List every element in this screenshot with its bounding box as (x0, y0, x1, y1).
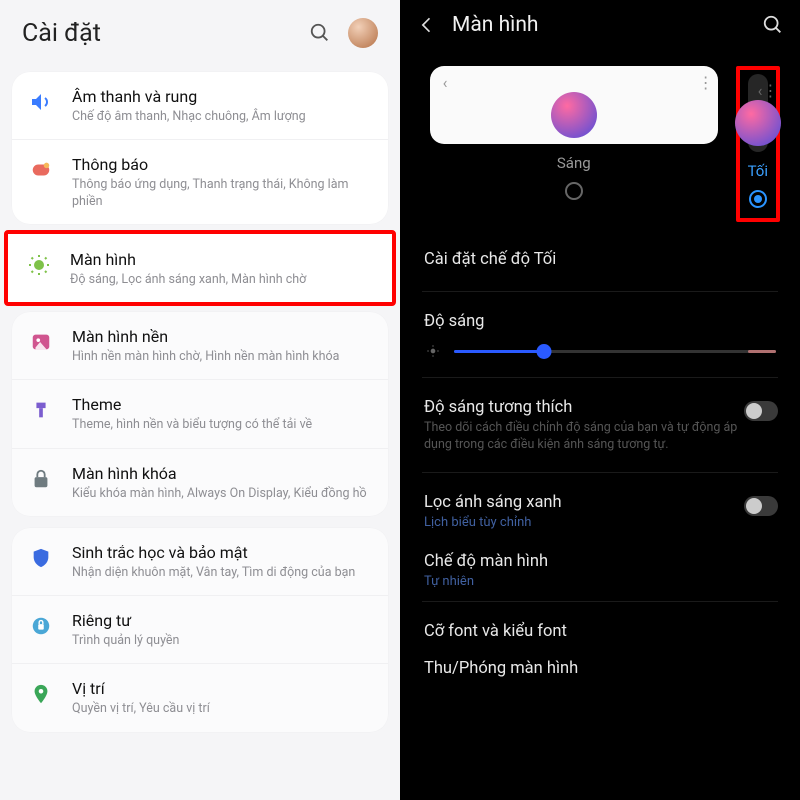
search-icon[interactable] (760, 12, 786, 38)
display-header: Màn hình (400, 0, 800, 48)
mode-light[interactable]: ‹⋮ Sáng (430, 66, 718, 200)
brightness-slider[interactable] (454, 339, 776, 363)
display-icon (26, 252, 52, 278)
item-title: Màn hình khóa (72, 464, 372, 484)
display-settings-panel: Màn hình ‹⋮ Sáng ‹⋮ Tối Cài đặt (400, 0, 800, 800)
settings-item-display-highlight: Màn hình Độ sáng, Lọc ánh sáng xanh, Màn… (6, 232, 394, 304)
radio-dark[interactable] (749, 190, 767, 208)
settings-item-sound[interactable]: Âm thanh và rung Chế độ âm thanh, Nhạc c… (12, 72, 388, 139)
item-title: Theme (72, 395, 372, 415)
search-icon[interactable] (306, 19, 334, 47)
location-icon (28, 681, 54, 707)
settings-item-privacy[interactable]: Riêng tư Trình quản lý quyền (12, 595, 388, 663)
mode-dark-highlight: ‹⋮ Tối (736, 66, 780, 222)
blue-light-filter-row[interactable]: Lọc ánh sáng xanh Lịch biểu tùy chỉnh (400, 481, 800, 540)
font-row[interactable]: Cỡ font và kiểu font (400, 610, 800, 653)
radio-light[interactable] (565, 182, 583, 200)
divider (422, 472, 778, 473)
divider (422, 601, 778, 602)
adaptive-brightness-toggle[interactable] (744, 401, 778, 421)
item-sub: Độ sáng, Lọc ánh sáng xanh, Màn hình chờ (70, 272, 376, 288)
shield-icon (28, 545, 54, 571)
settings-item-notifications[interactable]: Thông báo Thông báo ứng dụng, Thanh trạn… (12, 139, 388, 224)
notification-icon (28, 157, 54, 183)
divider (422, 291, 778, 292)
item-sub: Theme, hình nền và biểu tượng có thể tải… (72, 417, 372, 433)
settings-group: Màn hình nền Hình nền màn hình chờ, Hình… (12, 312, 388, 516)
settings-item-biometrics[interactable]: Sinh trắc học và bảo mật Nhận diện khuôn… (12, 528, 388, 595)
blue-light-toggle[interactable] (744, 496, 778, 516)
item-sub: Trình quản lý quyền (72, 633, 372, 649)
sound-icon (28, 89, 54, 115)
settings-item-location[interactable]: Vị trí Quyền vị trí, Yêu cầu vị trí (12, 663, 388, 731)
settings-header: Cài đặt (0, 0, 400, 66)
item-sub: Hình nền màn hình chờ, Hình nền màn hình… (72, 349, 372, 365)
item-title: Màn hình (70, 250, 376, 270)
settings-group: Âm thanh và rung Chế độ âm thanh, Nhạc c… (12, 72, 388, 224)
dark-mode-settings-row[interactable]: Cài đặt chế độ Tối (400, 232, 800, 283)
brightness-section: Độ sáng (400, 300, 800, 335)
profile-avatar[interactable] (348, 18, 378, 48)
zoom-row[interactable]: Thu/Phóng màn hình (400, 653, 800, 682)
phone-preview-dark: ‹⋮ (748, 74, 768, 152)
mode-label: Sáng (430, 154, 718, 172)
settings-panel: Cài đặt Âm thanh và rung Chế độ âm thanh… (0, 0, 400, 800)
brightness-low-icon (424, 342, 442, 360)
mode-dark[interactable]: ‹⋮ Tối (748, 74, 768, 208)
theme-icon (28, 397, 54, 423)
settings-item-display[interactable]: Màn hình Độ sáng, Lọc ánh sáng xanh, Màn… (6, 232, 394, 304)
privacy-icon (28, 613, 54, 639)
display-title: Màn hình (452, 13, 748, 37)
brightness-slider-row (400, 335, 800, 369)
adaptive-brightness-row[interactable]: Độ sáng tương thích Theo dõi cách điều c… (400, 386, 800, 464)
item-title: Âm thanh và rung (72, 87, 372, 107)
settings-item-theme[interactable]: Theme Theme, hình nền và biểu tượng có t… (12, 379, 388, 447)
item-title: Riêng tư (72, 611, 372, 631)
item-title: Sinh trắc học và bảo mật (72, 543, 372, 563)
item-title: Màn hình nền (72, 327, 372, 347)
item-sub: Kiểu khóa màn hình, Always On Display, K… (72, 486, 372, 502)
theme-mode-chooser: ‹⋮ Sáng ‹⋮ Tối (400, 48, 800, 232)
item-title: Thông báo (72, 155, 372, 175)
lock-icon (28, 466, 54, 492)
divider (422, 377, 778, 378)
wallpaper-icon (28, 329, 54, 355)
item-sub: Quyền vị trí, Yêu cầu vị trí (72, 701, 372, 717)
item-sub: Nhận diện khuôn mặt, Vân tay, Tìm di độn… (72, 565, 372, 581)
settings-item-wallpaper[interactable]: Màn hình nền Hình nền màn hình chờ, Hình… (12, 312, 388, 379)
settings-group: Sinh trắc học và bảo mật Nhận diện khuôn… (12, 528, 388, 732)
screen-mode-row[interactable]: Chế độ màn hình Tự nhiên (400, 540, 800, 593)
item-sub: Thông báo ứng dụng, Thanh trạng thái, Kh… (72, 177, 372, 210)
item-sub: Chế độ âm thanh, Nhạc chuông, Âm lượng (72, 109, 372, 125)
settings-title: Cài đặt (22, 19, 306, 48)
mode-label: Tối (748, 162, 768, 180)
settings-item-lockscreen[interactable]: Màn hình khóa Kiểu khóa màn hình, Always… (12, 448, 388, 516)
phone-preview-light: ‹⋮ (430, 66, 718, 144)
back-button[interactable] (414, 12, 440, 38)
item-title: Vị trí (72, 679, 372, 699)
